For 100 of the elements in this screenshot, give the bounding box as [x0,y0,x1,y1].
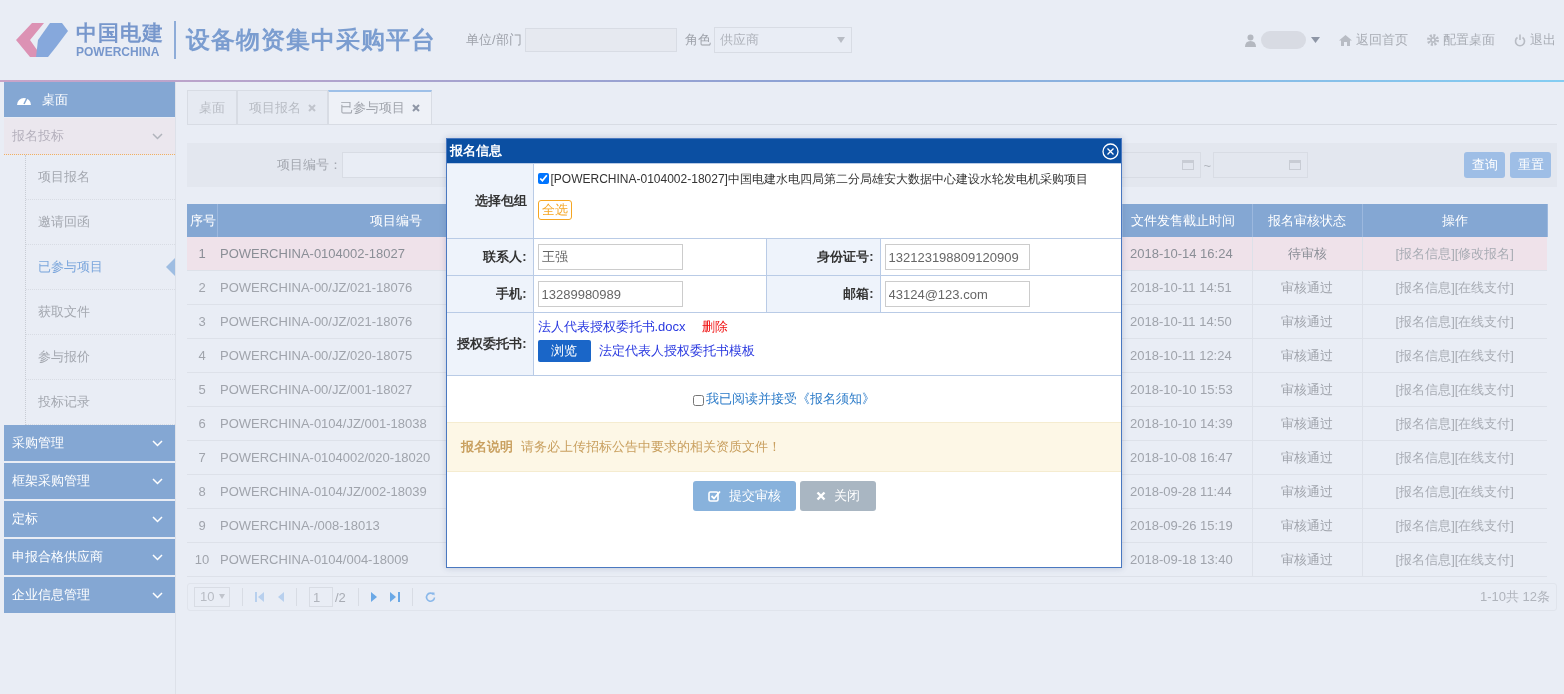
action-link[interactable]: [在线支付] [1454,347,1514,363]
close-icon [815,491,826,501]
action-link[interactable]: [在线支付] [1454,551,1514,567]
select-all-button[interactable]: 全选 [537,200,572,220]
sidebar-item[interactable]: 已参与项目 [38,258,103,276]
settings-icon [1427,34,1439,46]
date-field[interactable] [1213,152,1308,178]
table-cell: POWERCHINA-/008-18013 [220,518,380,533]
previous-page-icon[interactable] [277,592,284,602]
action-link[interactable]: [报名信息] [1395,517,1455,533]
action-link[interactable]: [在线支付] [1454,449,1514,465]
tab[interactable]: 已参与项目 [328,90,432,124]
sidebar-item[interactable]: 项目报名 [38,168,90,186]
platform-title: 设备物资集中采购平台 [186,25,436,55]
sidebar-group-label: 采购管理 [12,434,64,452]
action-link[interactable]: [报名信息] [1395,279,1455,295]
file-link[interactable]: 法人代表授权委托书.docx [537,318,686,336]
search-label: 项目编号： [277,156,342,174]
home-icon [1339,34,1352,46]
table-cell: POWERCHINA-0104/JZ/001-18038 [220,416,427,431]
action-link[interactable]: [在线支付] [1454,517,1514,533]
page-field[interactable]: 1 [309,587,333,607]
column-header: 文件发售截止时间 [1122,204,1252,237]
delete-link[interactable]: 删除 [701,318,728,336]
table-cell: 审核通过 [1281,313,1333,329]
action-link[interactable]: [修改报名] [1454,245,1514,261]
power-icon [1514,33,1526,47]
email-field[interactable]: 43124@123.com [884,281,1030,307]
header-link[interactable]: 配置桌面 [1427,31,1495,49]
row-number: 10 [194,552,210,567]
user-icon [1245,33,1256,47]
action-link[interactable]: [在线支付] [1454,381,1514,397]
row-number: 6 [198,416,206,431]
table-cell: POWERCHINA-0104/004-18009 [220,552,409,567]
row-number: 2 [198,280,206,295]
field-label: 授权委托书: [457,336,527,351]
last-page-icon[interactable] [389,592,400,602]
action-link[interactable]: [在线支付] [1454,483,1514,499]
date-separator: ~ [1203,157,1211,173]
table-cell: 2018-10-11 12:24 [1130,348,1232,363]
action-link[interactable]: [在线支付] [1454,279,1514,295]
sidebar-group[interactable]: 框架采购管理 [4,463,175,499]
chevron-icon [152,591,163,599]
table-cell: 审核通过 [1281,449,1333,465]
sidebar-item[interactable]: 投标记录 [38,393,90,411]
action-link[interactable]: [报名信息] [1395,347,1455,363]
sidebar-group[interactable]: 申报合格供应商 [4,539,175,575]
selection-pointer-icon [166,258,175,276]
calendar-icon [1182,160,1195,170]
row-number: 4 [198,348,206,363]
action-link[interactable]: [报名信息] [1395,483,1455,499]
page-total: /2 [335,589,346,605]
action-link[interactable]: [在线支付] [1454,415,1514,431]
next-page-icon[interactable] [370,592,378,602]
table-cell: 2018-10-11 14:50 [1130,314,1232,329]
table-cell: 2018-09-18 13:40 [1130,552,1233,567]
id-number-field[interactable]: 132123198809120909 [884,244,1030,270]
search-button[interactable]: 查询 [1464,152,1505,178]
contact-field[interactable]: 王强 [537,244,683,270]
agree-checkbox[interactable] [693,394,704,406]
action-link[interactable]: [报名信息] [1395,381,1455,397]
template-link[interactable]: 法定代表人授权委托书模板 [598,342,755,360]
refresh-icon[interactable] [424,591,436,603]
field-label: 邮箱: [843,286,874,301]
table-cell: 2018-10-11 14:51 [1130,280,1232,295]
search-button[interactable]: 重置 [1510,152,1551,178]
agree-label[interactable]: 我已阅读并接受《报名须知》 [706,390,875,408]
dialog-title: 报名信息 [450,142,502,160]
column-header: 报名审核状态 [1252,204,1362,237]
sidebar-header[interactable]: 桌面 [4,82,175,117]
action-link[interactable]: [报名信息] [1395,313,1455,329]
sidebar-group[interactable]: 企业信息管理 [4,577,175,613]
action-link[interactable]: [报名信息] [1395,245,1455,261]
phone-field[interactable]: 13289980989 [537,281,683,307]
package-checkbox[interactable] [537,173,549,184]
row-number: 5 [198,382,206,397]
table-cell: POWERCHINA-00/JZ/021-18076 [220,280,413,295]
chevron-icon [152,515,163,523]
header-link[interactable]: 返回首页 [1339,31,1408,49]
submit-button[interactable]: 提交审核 [692,481,796,511]
header-link[interactable]: 退出 [1514,31,1556,49]
sidebar-group[interactable]: 采购管理 [4,425,175,461]
action-link[interactable]: [报名信息] [1395,449,1455,465]
sidebar-group-label: 企业信息管理 [12,586,90,604]
table-cell: 2018-10-10 15:53 [1130,382,1233,397]
calendar-icon [1289,160,1301,170]
sidebar-item[interactable]: 邀请回函 [38,213,90,231]
browse-button[interactable]: 浏览 [537,340,591,362]
close-button[interactable]: 关闭 [799,481,876,511]
sidebar-item[interactable]: 参与报价 [38,348,90,366]
sidebar-group[interactable]: 定标 [4,501,175,537]
action-link[interactable]: [在线支付] [1454,313,1514,329]
first-page-icon[interactable] [255,592,265,602]
field-label: 联系人: [483,249,527,264]
logo-name: 中国电建 [76,21,164,45]
sidebar-item[interactable]: 获取文件 [38,303,90,321]
action-link[interactable]: [报名信息] [1395,415,1455,431]
logo-subname: POWERCHINA [76,45,161,59]
caret-icon [1311,37,1320,43]
action-link[interactable]: [报名信息] [1395,551,1455,567]
